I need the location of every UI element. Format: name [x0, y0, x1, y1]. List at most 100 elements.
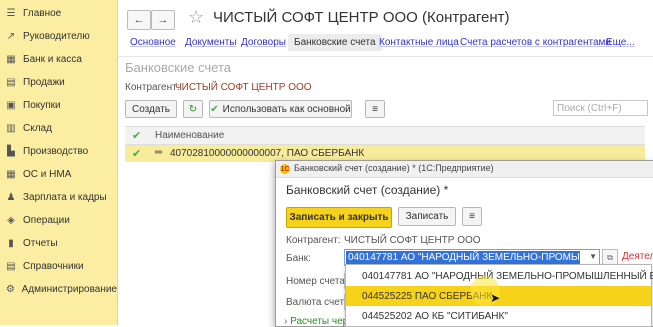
column-header-name[interactable]: Наименование: [155, 130, 224, 141]
sidebar-item-reports[interactable]: ▮ Отчеты: [0, 232, 117, 255]
sidebar: ☰ Главное ↗ Руководителю ▦ Банк и касса …: [0, 0, 118, 325]
assets-icon: ▦: [6, 169, 16, 180]
page-title: ЧИСТЫЙ СОФТ ЦЕНТР ООО (Контрагент): [213, 9, 510, 26]
sidebar-item-directories[interactable]: ▤ Справочники: [0, 255, 117, 278]
chart-icon: ▮: [8, 238, 14, 249]
dialog-counterparty-value: ЧИСТЫЙ СОФТ ЦЕНТР ООО: [344, 235, 481, 246]
create-button[interactable]: Создать: [125, 100, 177, 118]
sidebar-item-label: Банк и касса: [23, 54, 82, 65]
operations-icon: ◈: [7, 215, 15, 226]
arrow-right-icon: →: [157, 14, 169, 26]
counterparty-link[interactable]: ЧИСТЫЙ СОФТ ЦЕНТР ООО: [175, 82, 312, 93]
refresh-button[interactable]: ↻: [183, 100, 203, 118]
dialog-window-title: Банковский счет (создание) * (1С:Предпри…: [294, 163, 494, 173]
bank-input-value: 040147781 АО "НАРОДНЫЙ ЗЕМЕЛЬНО-ПРОМЫШЛЕ…: [346, 251, 580, 264]
refresh-icon: ↻: [188, 103, 198, 115]
book-icon: ▤: [6, 261, 16, 272]
star-icon[interactable]: ☆: [188, 7, 204, 28]
sidebar-item-label: Администрирование: [21, 284, 117, 295]
search-placeholder: Поиск (Ctrl+F): [557, 102, 622, 114]
sidebar-item-salary[interactable]: ♟ Зарплата и кадры: [0, 186, 117, 209]
sidebar-item-bank[interactable]: ▦ Банк и касса: [0, 48, 117, 71]
mouse-cursor-icon: ➤: [490, 291, 501, 305]
sidebar-item-warehouse[interactable]: ▥ Склад: [0, 117, 117, 140]
forward-button[interactable]: →: [151, 10, 175, 30]
tab-divider: [118, 56, 653, 57]
bank-icon: ▦: [6, 54, 16, 65]
trend-icon: ↗: [6, 31, 16, 42]
menu-icon: ☰: [6, 8, 16, 19]
table-header: ✔ Наименование: [125, 126, 645, 145]
sidebar-item-label: Производство: [23, 146, 89, 157]
dialog-heading: Банковский счет (создание) *: [286, 183, 449, 197]
chevron-right-icon: ›: [284, 316, 288, 327]
factory-icon: ▙: [7, 146, 15, 157]
sidebar-item-operations[interactable]: ◈ Операции: [0, 209, 117, 232]
section-title: Банковские счета: [125, 60, 232, 75]
dropdown-item-label: 044525202 АО КБ "СИТИБАНК": [362, 310, 508, 322]
save-label: Записать: [405, 211, 449, 222]
back-button[interactable]: ←: [127, 10, 151, 30]
sidebar-item-label: Склад: [23, 123, 52, 134]
save-and-close-label: Записать и закрыть: [289, 212, 389, 223]
arrow-left-icon: ←: [133, 14, 145, 26]
dropdown-item-label: 040147781 АО "НАРОДНЫЙ ЗЕМЕЛЬНО-ПРОМЫШЛЕ…: [362, 270, 653, 282]
dialog-titlebar: 1С Банковский счет (создание) * (1С:Пред…: [276, 161, 653, 178]
use-as-main-button[interactable]: ✔ Использовать как основной: [209, 100, 352, 118]
chevron-down-icon[interactable]: ▼: [589, 252, 597, 261]
check-icon: ✔: [210, 103, 219, 115]
account-number-label: Номер счета:: [286, 276, 348, 287]
check-column-icon: ✔: [132, 130, 142, 142]
cart-icon: ▣: [6, 100, 16, 111]
counterparty-label: Контрагент:: [125, 82, 180, 93]
list-icon: ≡: [469, 211, 475, 222]
sidebar-item-production[interactable]: ▙ Производство: [0, 140, 117, 163]
sidebar-item-manager[interactable]: ↗ Руководителю: [0, 25, 117, 48]
dropdown-item[interactable]: 040147781 АО "НАРОДНЫЙ ЗЕМЕЛЬНО-ПРОМЫШЛЕ…: [346, 266, 653, 286]
row-check-icon: ✔: [132, 148, 142, 160]
sidebar-item-admin[interactable]: ⚙ Администрирование: [0, 278, 117, 301]
dropdown-item[interactable]: 044525202 АО КБ "СИТИБАНК": [346, 306, 651, 326]
tab-main[interactable]: Основное: [130, 37, 176, 48]
more-actions-button[interactable]: ≡: [365, 100, 385, 118]
sidebar-item-label: Главное: [23, 8, 62, 19]
row-account: 40702810000000000007, ПАО СБЕРБАНК: [170, 148, 365, 159]
tab-bar: Основное Документы Договоры Банковские с…: [118, 34, 653, 56]
currency-label: Валюта счета:: [286, 297, 353, 308]
dialog-more-button[interactable]: ≡: [462, 207, 482, 226]
sidebar-item-label: Зарплата и кадры: [23, 192, 107, 203]
sidebar-item-label: Покупки: [23, 100, 61, 111]
sidebar-item-sales[interactable]: ▤ Продажи: [0, 71, 117, 94]
search-input[interactable]: Поиск (Ctrl+F): [553, 100, 648, 116]
sidebar-item-main[interactable]: ☰ Главное: [0, 2, 117, 25]
gear-icon: ⚙: [5, 284, 15, 295]
sales-icon: ▤: [6, 77, 16, 88]
tab-bank-accounts[interactable]: Банковские счета: [288, 34, 382, 51]
activity-status: Деятел: [622, 251, 653, 262]
sidebar-item-label: Операции: [23, 215, 70, 226]
save-and-close-button[interactable]: Записать и закрыть: [286, 207, 392, 228]
use-as-main-label: Использовать как основной: [222, 103, 351, 115]
people-icon: ♟: [6, 192, 16, 203]
sidebar-item-assets[interactable]: ▦ ОС и НМА: [0, 163, 117, 186]
sidebar-item-label: Руководителю: [23, 31, 90, 42]
bank-label: Банк:: [286, 253, 311, 264]
row-marker-icon: ═: [155, 147, 163, 158]
tab-more[interactable]: Еще...: [606, 37, 635, 48]
form-header: ← → ☆ ЧИСТЫЙ СОФТ ЦЕНТР ООО (Контрагент): [118, 0, 653, 36]
sidebar-item-label: ОС и НМА: [23, 169, 72, 180]
warehouse-icon: ▥: [6, 123, 16, 134]
app-logo-icon: 1С: [280, 164, 290, 174]
dialog-counterparty-label: Контрагент:: [286, 235, 341, 246]
list-icon: ≡: [372, 103, 378, 115]
sidebar-item-purchases[interactable]: ▣ Покупки: [0, 94, 117, 117]
sidebar-item-label: Справочники: [23, 261, 84, 272]
tab-contracts[interactable]: Договоры: [241, 37, 286, 48]
tab-documents[interactable]: Документы: [185, 37, 237, 48]
tab-settlement-accounts[interactable]: Счета расчетов с контрагентами: [460, 37, 611, 48]
settlements-expander[interactable]: › Расчеты чере: [284, 316, 354, 327]
create-button-label: Создать: [131, 103, 170, 115]
tab-contacts[interactable]: Контактные лица: [379, 37, 459, 48]
save-button[interactable]: Записать: [398, 207, 456, 226]
sidebar-item-label: Продажи: [23, 77, 65, 88]
